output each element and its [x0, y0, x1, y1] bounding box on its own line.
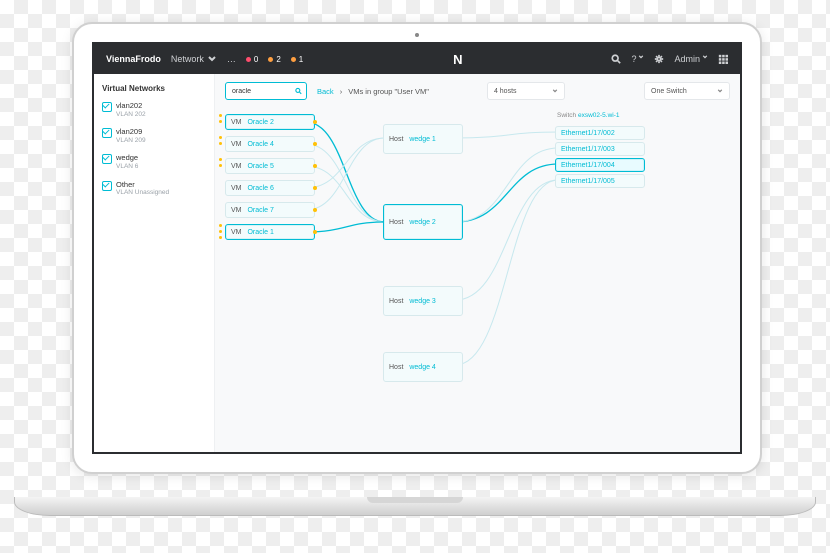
toolbar: Back › VMs in group "User VM" 4 hosts On… [225, 82, 730, 100]
gear-icon[interactable] [654, 54, 664, 64]
screen-bezel: ViennaFrodo Network … 0 2 1 N ? Admin [72, 22, 762, 474]
topology-canvas: VM Oracle 2 VM Oracle 4 VM Oracle 5 VM O… [225, 110, 730, 440]
laptop-base [14, 497, 816, 516]
status-dots [219, 114, 222, 123]
back-link[interactable]: Back [317, 87, 334, 96]
admin-menu[interactable]: Admin [674, 54, 708, 64]
checkbox-icon[interactable] [102, 181, 112, 191]
status-dot-icon [313, 164, 317, 168]
port-node[interactable]: Ethernet1/17/004 [555, 158, 645, 172]
vm-node[interactable]: VM Oracle 6 [225, 180, 315, 196]
host-node[interactable]: Host wedge 2 [383, 204, 463, 240]
vm-node[interactable]: VM Oracle 1 [225, 224, 315, 240]
sidebar-title: Virtual Networks [102, 84, 206, 93]
status-dots [219, 224, 222, 239]
alert-badge-3[interactable]: 1 [291, 55, 303, 64]
vm-node[interactable]: VM Oracle 2 [225, 114, 315, 130]
chevron-down-icon [552, 88, 558, 94]
status-dots [219, 136, 222, 145]
checkbox-icon[interactable] [102, 128, 112, 138]
search-icon[interactable] [611, 54, 621, 64]
switch-label: Switch exsw02-5.wi-1 [557, 112, 620, 119]
status-dot-icon [313, 120, 317, 124]
port-node[interactable]: Ethernet1/17/003 [555, 142, 645, 156]
status-dot-icon [313, 186, 317, 190]
camera-dot [415, 33, 419, 37]
alert-badge-1[interactable]: 0 [246, 55, 258, 64]
laptop-notch [367, 497, 463, 503]
vm-node[interactable]: VM Oracle 5 [225, 158, 315, 174]
search-icon[interactable] [295, 87, 302, 95]
host-node[interactable]: Host wedge 4 [383, 352, 463, 382]
top-nav: ViennaFrodo Network … 0 2 1 N ? Admin [94, 44, 740, 74]
main-panel: Back › VMs in group "User VM" 4 hosts On… [215, 74, 740, 452]
status-dot-icon [313, 208, 317, 212]
chevron-down-icon [638, 54, 644, 60]
host-node[interactable]: Host wedge 3 [383, 286, 463, 316]
sidebar-item-other[interactable]: OtherVLAN Unassigned [102, 180, 206, 198]
switch-dropdown[interactable]: One Switch [644, 82, 730, 100]
chevron-down-icon [717, 88, 723, 94]
sidebar: Virtual Networks vlan202VLAN 202 vlan209… [94, 74, 215, 452]
sidebar-item-vlan209[interactable]: vlan209VLAN 209 [102, 127, 206, 145]
status-dot-icon [313, 142, 317, 146]
search-input[interactable] [230, 87, 295, 96]
vm-node[interactable]: VM Oracle 7 [225, 202, 315, 218]
vm-node[interactable]: VM Oracle 4 [225, 136, 315, 152]
status-dots [219, 158, 222, 167]
app-brand[interactable]: ViennaFrodo [106, 54, 161, 64]
port-node[interactable]: Ethernet1/17/005 [555, 174, 645, 188]
laptop-frame: ViennaFrodo Network … 0 2 1 N ? Admin [72, 22, 758, 502]
hosts-dropdown[interactable]: 4 hosts [487, 82, 565, 100]
nav-extras[interactable]: … [227, 54, 236, 64]
status-dot-icon [313, 230, 317, 234]
nav-network[interactable]: Network [171, 54, 217, 64]
breadcrumb: VMs in group "User VM" [348, 87, 429, 96]
checkbox-icon[interactable] [102, 154, 112, 164]
chevron-down-icon [207, 54, 217, 64]
sidebar-item-wedge[interactable]: wedgeVLAN 6 [102, 153, 206, 171]
breadcrumb-sep: › [340, 87, 343, 96]
host-node[interactable]: Host wedge 1 [383, 124, 463, 154]
help-menu[interactable]: ? [631, 54, 644, 64]
logo: N [313, 52, 601, 67]
app-screen: ViennaFrodo Network … 0 2 1 N ? Admin [92, 42, 742, 454]
port-node[interactable]: Ethernet1/17/002 [555, 126, 645, 140]
sidebar-item-vlan202[interactable]: vlan202VLAN 202 [102, 101, 206, 119]
chevron-down-icon [702, 54, 708, 60]
checkbox-icon[interactable] [102, 102, 112, 112]
alert-badge-2[interactable]: 2 [268, 55, 280, 64]
grid-icon[interactable] [718, 54, 728, 64]
search-box[interactable] [225, 82, 307, 100]
